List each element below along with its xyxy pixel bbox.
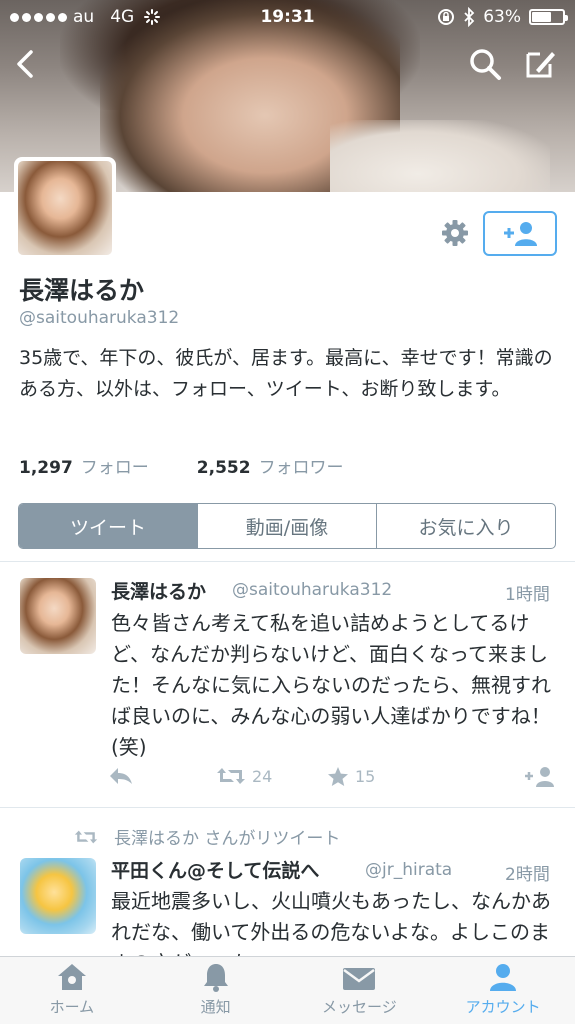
- tab-media[interactable]: 動画/画像: [197, 504, 376, 548]
- back-button[interactable]: [12, 47, 40, 81]
- add-user-icon: [525, 767, 554, 787]
- compose-icon: [526, 52, 555, 78]
- tweet-avatar[interactable]: [20, 578, 96, 654]
- profile-avatar[interactable]: [14, 157, 116, 259]
- favorite-count: 15: [355, 767, 376, 786]
- tabbar-messages-label: メッセージ: [322, 998, 397, 1016]
- section-divider: [0, 561, 575, 562]
- tabbar-notifications-label: 通知: [200, 998, 231, 1016]
- tabbar-messages[interactable]: メッセージ: [288, 957, 432, 1024]
- followers-label[interactable]: フォロワー: [259, 453, 344, 478]
- tweet-author-handle: @saitouharuka312: [232, 580, 393, 600]
- tabbar-account-label: アカウント: [465, 998, 541, 1016]
- following-label[interactable]: フォロー: [81, 453, 149, 478]
- tabbar-account[interactable]: アカウント: [431, 957, 575, 1024]
- compose-tweet-button[interactable]: [522, 46, 558, 82]
- profile-bio: 35歳で、年下の、彼氏が、居ます。最高に、幸せです！常識のある方、以外は、フォロ…: [19, 347, 553, 400]
- followers-count[interactable]: 2,552: [197, 458, 251, 478]
- tabbar-notifications[interactable]: 通知: [144, 957, 288, 1024]
- retweeted-by-label: 長澤はるか さんがリツイート: [114, 829, 341, 849]
- retweet-notice: 長澤はるか さんがリツイート: [74, 824, 340, 849]
- tab-favorites[interactable]: お気に入り: [376, 504, 555, 548]
- rotation-lock-icon: [438, 9, 455, 25]
- retweet-icon: [74, 830, 98, 843]
- gear-icon: [442, 220, 468, 246]
- person-icon: [490, 964, 517, 991]
- reply-button[interactable]: [108, 766, 134, 786]
- bell-icon: [203, 964, 228, 992]
- reply-icon: [110, 768, 132, 784]
- retweet-button[interactable]: 24: [216, 766, 272, 786]
- follow-button[interactable]: [483, 211, 557, 256]
- profile-tabs: ツイート 動画/画像 お気に入り: [18, 503, 556, 549]
- battery-icon: [529, 9, 568, 25]
- tweet-text: 最近地震多いし、火山噴火もあったし、なんかあれだな、働いて外出るの危ないよな。よ…: [111, 889, 551, 956]
- add-user-icon: [504, 221, 537, 246]
- banner-photo-shirt: [330, 120, 550, 192]
- star-icon: [328, 767, 348, 786]
- tweet-timestamp: 1時間: [505, 585, 550, 605]
- home-icon: [57, 964, 86, 990]
- tweet-avatar[interactable]: [20, 858, 96, 934]
- tab-tweets[interactable]: ツイート: [19, 504, 197, 548]
- follow-author-button[interactable]: [524, 766, 556, 788]
- tabbar-home[interactable]: ホーム: [0, 957, 144, 1024]
- battery-percent: 63%: [483, 7, 521, 27]
- status-bar: au 4G 19:31 63%: [0, 0, 575, 34]
- tweet-author-name: 平田くん@そして伝説へ: [111, 860, 320, 882]
- envelope-icon: [343, 968, 376, 990]
- retweet-icon: [217, 768, 245, 784]
- tweet-author-handle: @jr_hirata: [365, 860, 453, 880]
- tabbar-home-label: ホーム: [49, 998, 95, 1016]
- following-count[interactable]: 1,297: [19, 458, 73, 478]
- profile-stats: 1,297 フォロー 2,552 フォロワー: [19, 453, 344, 478]
- retweet-count: 24: [252, 766, 273, 786]
- tweet-divider: [0, 807, 575, 808]
- chevron-left-icon: [17, 50, 33, 78]
- bottom-tab-bar: ホーム 通知 メッセージ アカウント: [0, 956, 575, 1024]
- profile-handle: @saitouharuka312: [19, 308, 180, 328]
- favorite-button[interactable]: 15: [327, 766, 375, 787]
- tweet-text: 色々皆さん考えて私を追い詰めようとしてるけど、なんだか判らないけど、面白くなって…: [111, 611, 551, 759]
- profile-display-name: 長澤はるか: [19, 276, 145, 305]
- search-icon: [470, 49, 501, 80]
- settings-button[interactable]: [440, 218, 470, 248]
- tweet-author-name: 長澤はるか: [111, 581, 207, 603]
- tweet-timestamp: 2時間: [505, 865, 550, 885]
- bluetooth-icon: [464, 7, 475, 27]
- search-button[interactable]: [467, 46, 503, 82]
